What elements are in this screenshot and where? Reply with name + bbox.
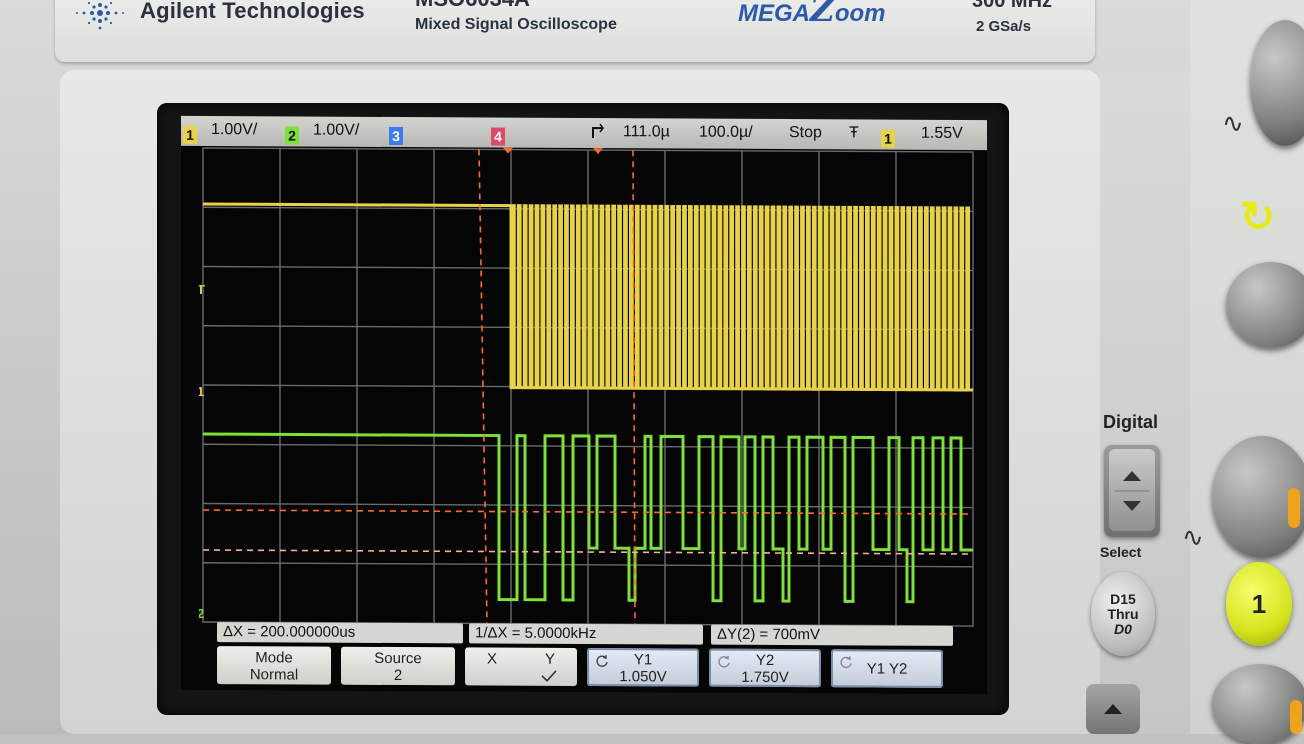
ch2-scale: 1.00V/ [313,121,360,139]
position-indicator [1290,700,1302,734]
channel1-ground-marker: 1 [199,384,204,399]
select-label: Select [1100,544,1142,560]
oscilloscope-display: 1 1.00V/ 2 1.00V/ 3 4 111.0µ 100.0µ/ Sto… [181,115,987,695]
trigger-source-badge: 1 [881,129,895,148]
delta-x-readout: ΔX = 200.000000us [217,622,463,644]
rocker-face [1109,449,1155,531]
time-reference-marker [593,148,603,155]
inverse-delta-x-readout: 1/ΔX = 5.0000kHz [469,623,703,645]
run-state: Stop [789,124,822,142]
trigger-level: 1.55V [921,124,963,142]
softkey-x-label: X [487,650,498,668]
bandwidth-label: 300 MHz [972,0,1053,12]
softkey-mode[interactable]: Mode Normal [217,646,331,685]
ch2-badge: 2 [285,126,299,145]
sine-wave-small-icon: ∿ [1182,522,1204,552]
megazoom-logo: MEGAZoom [738,0,886,30]
softkey-y1-value: 1.050V [619,668,667,686]
softkey-mode-value: Normal [249,666,299,684]
delta-y-readout: ΔY(2) = 700mV [711,624,953,646]
horizontal-delay: 111.0µ [623,123,670,141]
cursor-rotate-icon: ↻ [1240,193,1276,240]
softkey-y1[interactable]: Y1 1.050V [587,648,699,687]
lower-arrow-button[interactable] [1086,684,1140,734]
sine-wave-icon: ∿ [1222,108,1244,138]
checkmark-icon [541,670,557,682]
trigger-level-marker: T [199,282,205,297]
trigger-position-icon [591,122,605,145]
channel-scale-indicator [1288,488,1300,528]
softkey-xy[interactable]: X Y [465,647,577,686]
d15-thru-d0-button[interactable]: D15 Thru D0 [1091,572,1155,656]
megazoom-suffix: oom [834,0,886,27]
timebase-scale: 100.0µ/ [699,123,753,141]
ch1-badge: 1 [183,125,197,144]
up-down-arrows-icon [1115,471,1149,511]
waveform-plot: T 1 2 [199,147,974,627]
brand-name: Agilent Technologies [140,0,365,23]
megazoom-prefix: MEGA [738,0,810,27]
softkey-y2-value: 1.750V [741,668,789,687]
rotate-icon [718,655,730,668]
channel2-ground-marker: 2 [199,606,204,621]
rotate-icon [596,655,608,667]
model-number: MSO6034A [415,0,530,12]
digital-select-rocker[interactable] [1104,445,1160,537]
rotate-icon [840,656,852,669]
channel1-trace [203,202,973,392]
up-arrow-icon [1104,704,1122,714]
ch1-scale: 1.00V/ [211,121,258,139]
channel1-button[interactable]: 1 [1226,562,1292,646]
softkey-y2[interactable]: Y2 1.750V [709,648,821,688]
softkey-menu: Mode Normal Source 2 X Y Y1 1.050V Y2 1.… [217,646,957,692]
thru-label: Thru [1107,606,1139,622]
trigger-edge-icon: Ŧ [849,124,859,142]
agilent-spark-logo-icon [76,1,124,30]
digital-section-label: Digital [1103,412,1159,432]
ch4-badge: 4 [491,127,505,146]
softkey-source[interactable]: Source 2 [341,646,455,686]
softkey-source-value: 2 [393,667,403,685]
softkey-y1-y2[interactable]: Y1 Y2 [831,649,943,688]
status-bar: 1 1.00V/ 2 1.00V/ 3 4 111.0µ 100.0µ/ Sto… [181,115,987,151]
d0-label: D0 [1114,621,1132,637]
d15-label: D15 [1110,591,1136,607]
cursor-measurements: ΔX = 200.000000us 1/ΔX = 5.0000kHz ΔY(2)… [217,622,957,648]
sample-rate-label: 2 GSa/s [976,18,1032,35]
softkey-mode-label: Mode [255,649,293,667]
megazoom-mark: Z [810,0,835,30]
ch3-badge: 3 [389,126,403,146]
softkey-source-label: Source [374,649,422,668]
softkey-y-label: Y [545,650,556,668]
model-subtitle: Mixed Signal Oscilloscope [415,16,617,33]
